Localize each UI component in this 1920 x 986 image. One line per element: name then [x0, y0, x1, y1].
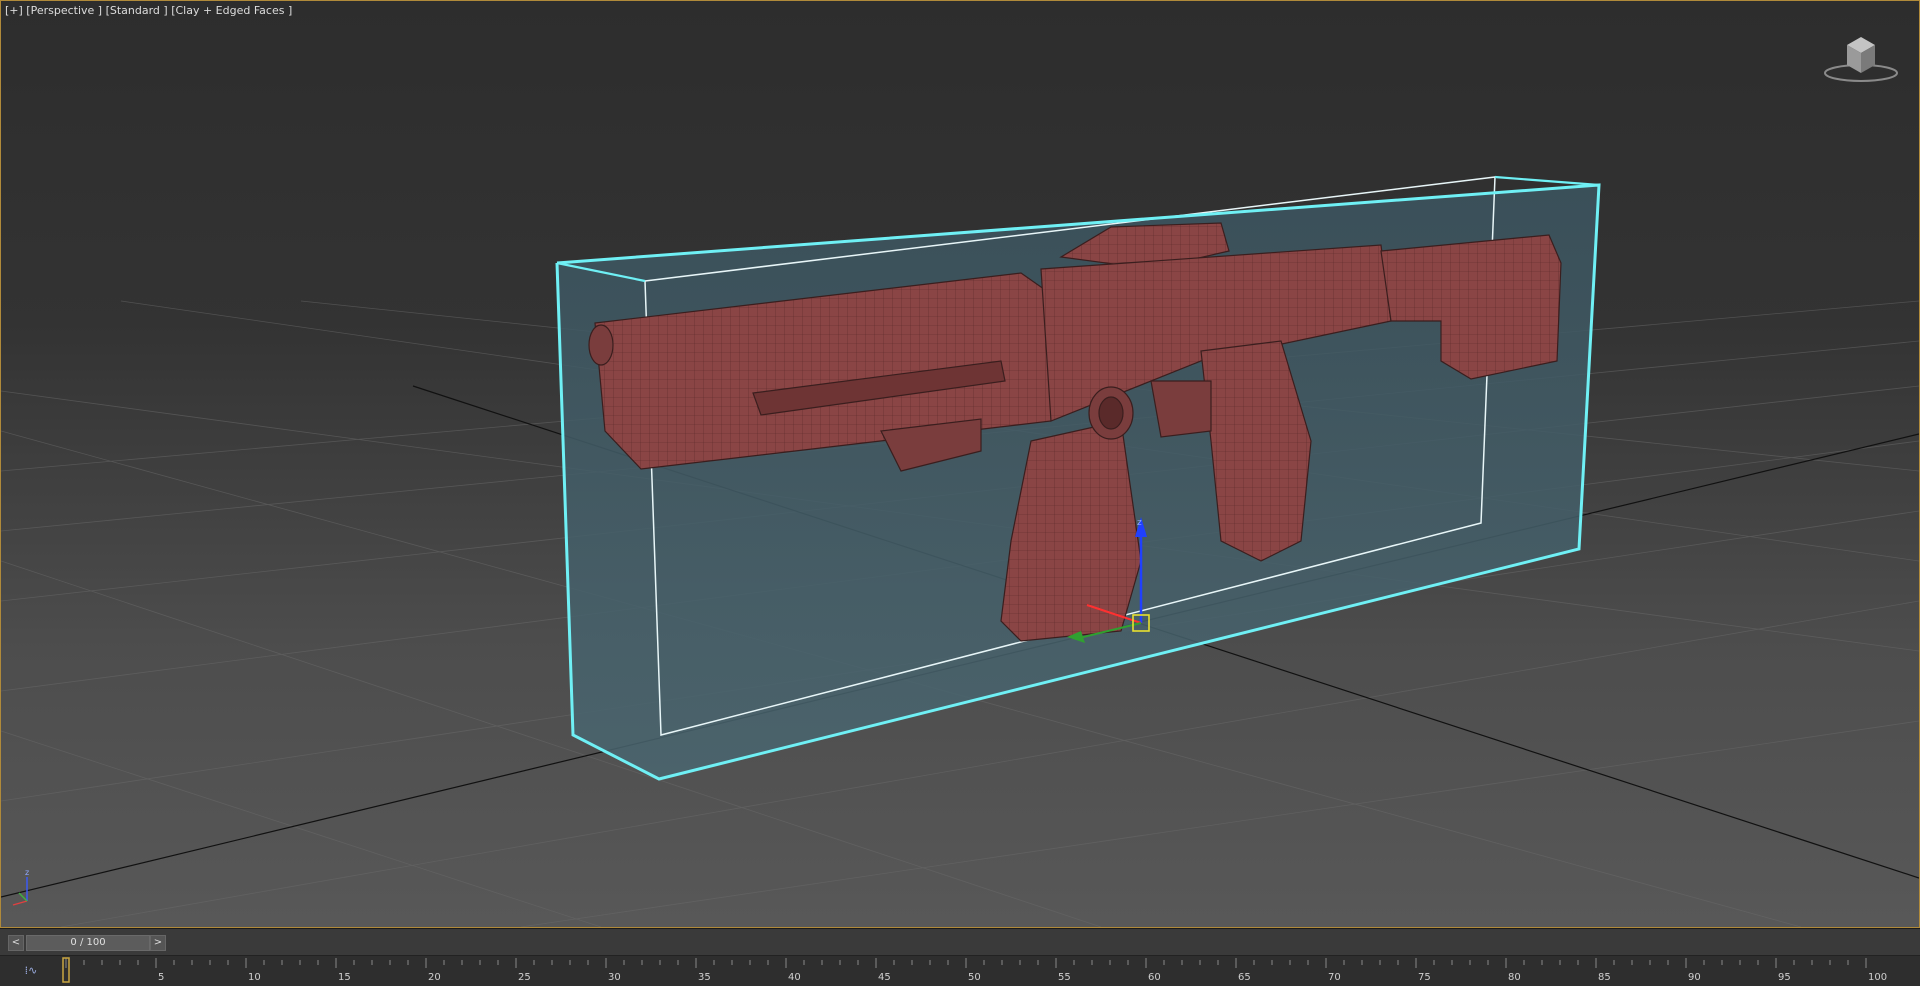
- frame-label: 55: [1058, 972, 1071, 983]
- frame-label: 70: [1328, 972, 1341, 983]
- previous-frame-button[interactable]: <: [8, 935, 24, 951]
- frame-label: 5: [158, 972, 164, 983]
- frame-label: 25: [518, 972, 531, 983]
- frame-label: 30: [608, 972, 621, 983]
- mini-curve-editor-button[interactable]: ⁞∿: [20, 962, 42, 980]
- frame-label: 10: [248, 972, 261, 983]
- frame-label: 40: [788, 972, 801, 983]
- frame-label: 95: [1778, 972, 1791, 983]
- perspective-viewport[interactable]: [+] [Perspective ] [Standard ] [Clay + E…: [0, 0, 1920, 928]
- frame-label: 15: [338, 972, 351, 983]
- frame-label: 80: [1508, 972, 1521, 983]
- frame-label: 45: [878, 972, 891, 983]
- frame-label: 35: [698, 972, 711, 983]
- next-frame-button[interactable]: >: [150, 935, 166, 951]
- viewcube-icon[interactable]: [1821, 33, 1901, 85]
- svg-text:z: z: [1137, 518, 1142, 528]
- axis-tripod-icon: z: [12, 868, 29, 906]
- timeline-bar: < 0 / 100 > 5 10 15 20 25 30 35 40 45 50 55 60 65 70 7…: [0, 929, 1920, 986]
- frame-label: 50: [968, 972, 981, 983]
- frame-label: 100: [1868, 972, 1887, 983]
- frame-label: 65: [1238, 972, 1251, 983]
- frame-label: 90: [1688, 972, 1701, 983]
- frame-ruler[interactable]: 5 10 15 20 25 30 35 40 45 50 55 60 65 70 75 80 85 90 95 100: [0, 956, 1920, 986]
- mini-curve-editor-icon: ⁞∿: [24, 964, 38, 977]
- frame-label: 85: [1598, 972, 1611, 983]
- viewport-label[interactable]: [+] [Perspective ] [Standard ] [Clay + E…: [5, 4, 292, 17]
- frame-label: 20: [428, 972, 441, 983]
- frame-label: 60: [1148, 972, 1161, 983]
- svg-text:z: z: [25, 868, 29, 877]
- trackbar[interactable]: 5 10 15 20 25 30 35 40 45 50 55 60 65 70 75 80 85 90 95 100…: [0, 955, 1920, 986]
- scene[interactable]: z z: [1, 1, 1919, 927]
- frame-label: 75: [1418, 972, 1431, 983]
- time-slider[interactable]: 0 / 100: [26, 935, 150, 951]
